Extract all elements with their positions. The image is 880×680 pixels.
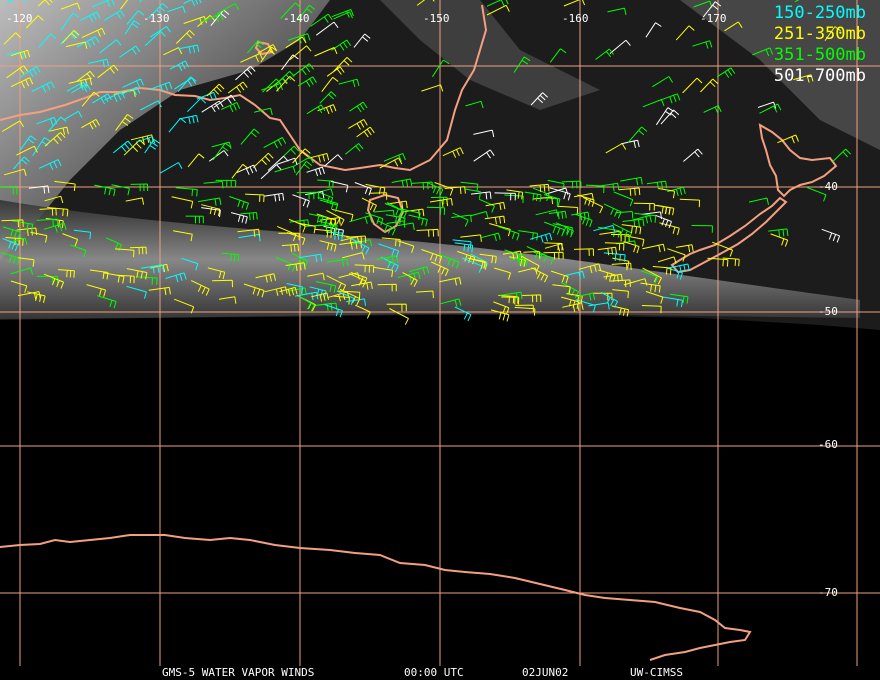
longitude-label: -130: [143, 12, 170, 25]
latitude-label: -40: [818, 180, 838, 193]
image-caption: GMS-5 WATER VAPOR WINDS 00:00 UTC 02JUN0…: [0, 666, 880, 680]
pressure-level-legend: 150-250mb 251-350mb 351-500mb 501-700mb: [774, 3, 866, 87]
legend-entry-351-500mb: 351-500mb: [773, 45, 866, 65]
antarctica-coastline: [0, 534, 752, 661]
observation-date: 02JUN02: [522, 666, 569, 679]
legend-entry-251-350mb: 251-350mb: [773, 24, 866, 44]
source-agency: UW-CIMSS: [630, 666, 683, 679]
longitude-label: -140: [283, 12, 310, 25]
longitude-label: -170: [700, 12, 727, 25]
legend-entry-501-700mb: 501-700mb: [773, 66, 866, 86]
longitude-label: -120: [6, 12, 33, 25]
latitude-label: -70: [818, 586, 838, 599]
observation-time: 00:00 UTC: [404, 666, 464, 679]
map-canvas: [0, 0, 880, 666]
satellite-map: -120 -130 -140 -150 -160 -170 -40 -50 -6…: [0, 0, 880, 680]
product-name: GMS-5 WATER VAPOR WINDS: [162, 666, 315, 679]
latitude-label: -60: [818, 438, 838, 451]
legend-entry-150-250mb: 150-250mb: [773, 3, 866, 23]
latitude-label: -50: [818, 305, 838, 318]
longitude-label: -150: [423, 12, 450, 25]
longitude-label: -160: [562, 12, 589, 25]
